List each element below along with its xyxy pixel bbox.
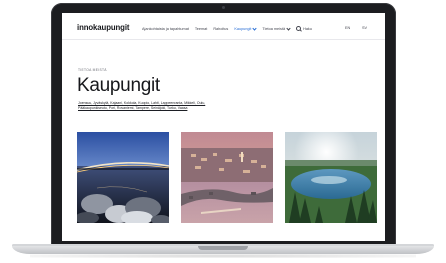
nav-item-rahoitus[interactable]: Rahoitus bbox=[213, 26, 228, 31]
city-links-line[interactable]: Pääkaupunkiseutu, Pori, Rovaniemi, Tampe… bbox=[78, 106, 248, 111]
site-logo[interactable]: innokaupungit bbox=[77, 23, 130, 32]
nav-item-tietoa-meista[interactable]: Tietoa meistä bbox=[262, 25, 291, 31]
page-title: Kaupungit bbox=[77, 75, 160, 96]
laptop-frame: innokaupungit Ajankohtaista ja tapahtuma… bbox=[51, 3, 396, 247]
city-image-bridge[interactable] bbox=[77, 132, 169, 223]
webcam-icon bbox=[222, 6, 225, 9]
chevron-down-icon bbox=[286, 25, 291, 31]
chevron-down-icon bbox=[252, 25, 258, 31]
city-image-aerial[interactable] bbox=[181, 132, 273, 223]
lang-sv[interactable]: SV bbox=[362, 26, 367, 30]
nav-item-ajankohtaista[interactable]: Ajankohtaista ja tapahtumat bbox=[142, 26, 189, 31]
lang-en[interactable]: EN bbox=[345, 26, 350, 30]
city-links[interactable]: Joensuu, Jyväskylä, Kajaani, Kokkola, Ku… bbox=[78, 101, 248, 111]
search-icon bbox=[296, 26, 302, 31]
site-header: innokaupungit Ajankohtaista ja tapahtuma… bbox=[62, 13, 385, 40]
city-aerial-photo-icon bbox=[181, 132, 273, 223]
nav-label: Teemat bbox=[194, 26, 208, 31]
nav-label: Tietoa meistä bbox=[262, 26, 286, 31]
nav-label: Kaupungit bbox=[234, 26, 252, 31]
bridge-night-photo-icon bbox=[77, 132, 169, 223]
breadcrumb[interactable]: TIETOA MEISTÄ bbox=[78, 68, 107, 72]
browser-viewport: innokaupungit Ajankohtaista ja tapahtuma… bbox=[62, 13, 385, 241]
nav-label: Rahoitus bbox=[213, 26, 229, 31]
search-label: Haku bbox=[303, 26, 312, 31]
city-image-lake[interactable] bbox=[285, 132, 377, 223]
main-nav: Ajankohtaista ja tapahtumat Teemat Rahoi… bbox=[142, 25, 312, 31]
search-button[interactable]: Haku bbox=[296, 26, 312, 31]
laptop-shadow bbox=[30, 254, 416, 258]
nav-label: Ajankohtaista ja tapahtumat bbox=[142, 26, 189, 31]
lake-forest-photo-icon bbox=[285, 132, 377, 223]
nav-item-kaupungit[interactable]: Kaupungit bbox=[234, 25, 258, 31]
laptop-notch bbox=[198, 246, 248, 250]
nav-item-teemat[interactable]: Teemat bbox=[195, 26, 207, 31]
